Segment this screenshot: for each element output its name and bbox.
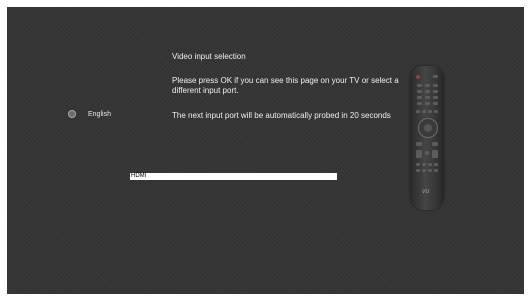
tv-screen: English Video input selection Please pre… xyxy=(7,7,524,294)
channel-rocker-icon xyxy=(432,150,438,158)
remote-button-icon xyxy=(422,110,426,113)
remote-button-icon xyxy=(434,110,438,113)
dpad-icon xyxy=(418,118,438,138)
countdown-text: The next input port will be automaticall… xyxy=(172,111,391,120)
instruction-text: Please press OK if you can see this page… xyxy=(172,76,399,95)
remote-button-icon xyxy=(434,169,438,172)
input-port-label: HDMI xyxy=(131,173,147,179)
remote-button-icon xyxy=(432,142,438,146)
language-option[interactable]: English xyxy=(68,110,111,118)
remote-button-icon xyxy=(428,110,432,113)
remote-button-icon xyxy=(425,84,430,87)
remote-button-icon xyxy=(417,90,422,93)
remote-button-icon xyxy=(425,96,430,99)
remote-button-icon xyxy=(425,102,430,105)
remote-button-icon xyxy=(433,75,438,78)
remote-button-icon xyxy=(434,163,438,166)
power-button-icon xyxy=(416,75,420,79)
remote-button-icon xyxy=(428,169,432,172)
remote-button-icon xyxy=(433,96,438,99)
volume-rocker-icon xyxy=(416,150,422,158)
remote-button-icon xyxy=(416,163,420,166)
remote-button-icon xyxy=(416,169,420,172)
remote-button-icon xyxy=(433,102,438,105)
remote-button-icon xyxy=(428,163,432,166)
input-port-selection[interactable]: HDMI xyxy=(130,173,337,180)
page-title: Video input selection xyxy=(172,52,246,61)
remote-button-icon xyxy=(425,151,429,155)
remote-button-icon xyxy=(422,163,426,166)
remote-button-icon xyxy=(422,169,426,172)
remote-button-icon xyxy=(416,142,422,146)
remote-button-icon xyxy=(416,110,420,113)
remote-control-icon: vu xyxy=(410,66,444,210)
remote-button-icon xyxy=(425,90,430,93)
remote-button-icon xyxy=(433,90,438,93)
remote-button-icon xyxy=(417,102,422,105)
remote-logo: vu xyxy=(422,188,430,195)
remote-button-icon xyxy=(417,96,422,99)
remote-button-icon xyxy=(433,84,438,87)
remote-button-icon xyxy=(417,84,422,87)
language-label: English xyxy=(88,110,111,118)
radio-button-icon[interactable] xyxy=(68,110,76,118)
